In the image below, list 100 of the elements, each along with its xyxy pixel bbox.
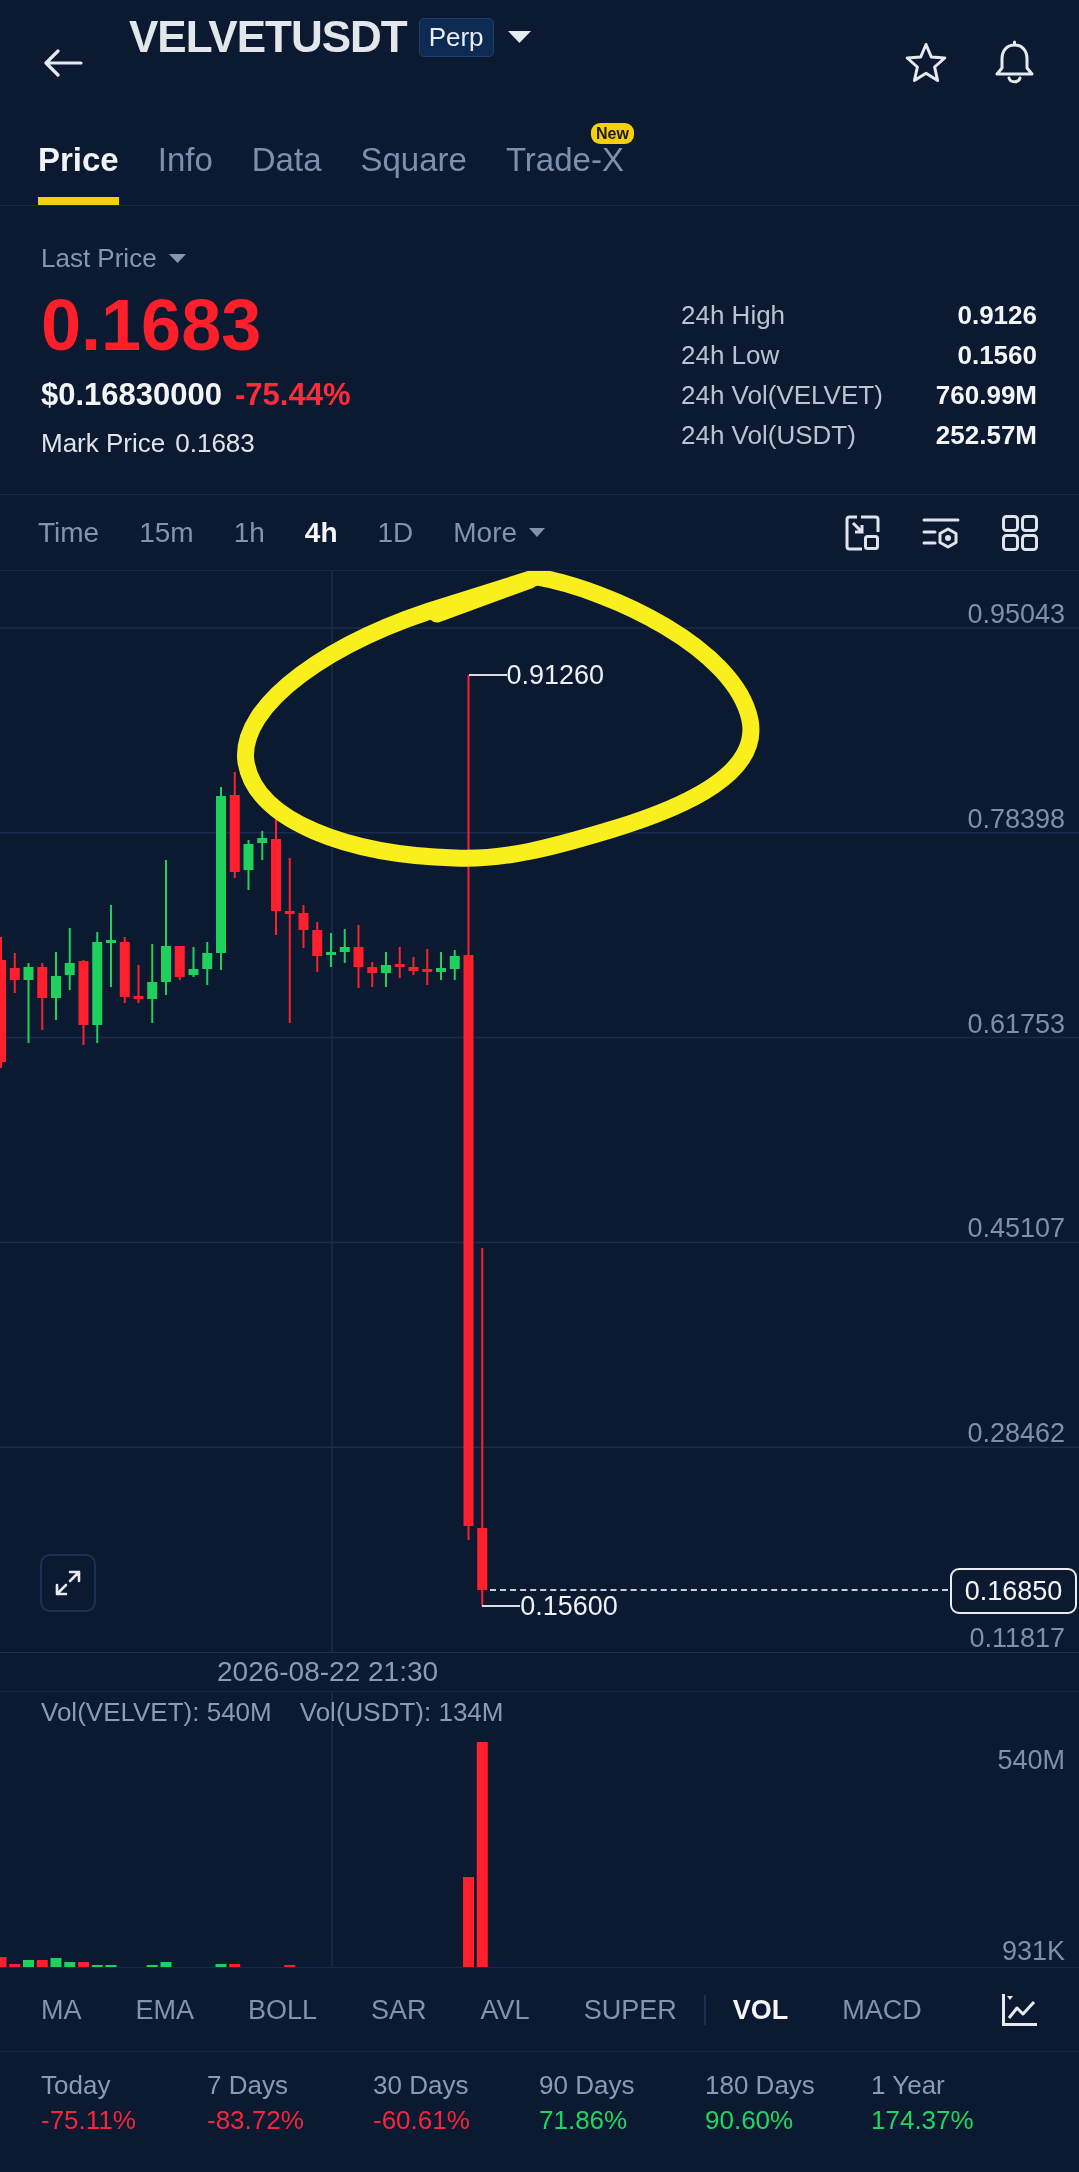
volume-legend-label: Vol(VELVET): 540M: [41, 1697, 272, 1727]
candle: [119, 937, 130, 1003]
stat-value: 760.99M: [935, 379, 1037, 412]
time-axis-label: 2026-08-22 21:30: [217, 1656, 439, 1688]
candle: [449, 950, 460, 980]
caret-icon[interactable]: [507, 31, 531, 43]
indicator-tab[interactable]: BOLL: [248, 1993, 318, 2026]
stat-label: 24h High: [681, 299, 786, 332]
period-label: Today: [41, 2069, 112, 2101]
candle: [326, 933, 336, 967]
price-axis-label: 0.78398: [967, 803, 1065, 834]
stat-value: 0.9126: [957, 299, 1037, 332]
square-arrow-icon[interactable]: [845, 514, 880, 551]
pair-title[interactable]: VELVETUSDT: [129, 17, 407, 57]
volume-bar: [160, 1962, 172, 1967]
candle: [422, 949, 433, 985]
tab[interactable]: Info: [157, 141, 213, 205]
timeframe-tab[interactable]: 4h: [304, 515, 338, 550]
period-change: -60.61%: [373, 2104, 471, 2137]
more-dropdown[interactable]: More: [453, 515, 546, 550]
caret-icon: [168, 253, 186, 263]
tab[interactable]: Trade-X: [505, 141, 624, 205]
candle: [298, 905, 309, 948]
indicator-tab[interactable]: VOL: [732, 1993, 789, 2026]
contract-badge: Perp: [418, 17, 494, 57]
volume-bar: [229, 1964, 241, 1967]
candle: [174, 946, 185, 980]
candle: [257, 831, 268, 860]
back-arrow-icon[interactable]: [43, 49, 83, 77]
period-change: 174.37%: [871, 2104, 975, 2137]
stat-value: 252.57M: [935, 419, 1037, 452]
timeframe-tab[interactable]: 1D: [377, 515, 414, 550]
candle: [243, 840, 254, 890]
tab[interactable]: Square: [360, 141, 467, 205]
candle: [381, 952, 391, 987]
tab[interactable]: Data: [251, 141, 322, 205]
bell-icon[interactable]: [993, 40, 1036, 86]
price-axis-label: 0.95043: [967, 599, 1065, 629]
expand-icon: [53, 1568, 83, 1598]
new-badge: New: [591, 123, 634, 144]
candle: [408, 957, 419, 975]
period-label: 7 Days: [207, 2069, 289, 2101]
period-label: 180 Days: [705, 2069, 816, 2101]
star-icon[interactable]: [904, 42, 948, 84]
price-axis-label: 0.45107: [967, 1213, 1065, 1244]
indicator-tab[interactable]: MA: [41, 1993, 82, 2026]
tab[interactable]: Price: [38, 141, 119, 205]
candle: [37, 963, 48, 1030]
period-change: -83.72%: [207, 2104, 305, 2137]
candle: [394, 947, 405, 978]
stat-label: 24h Vol(VELVET): [681, 379, 883, 412]
candle: [9, 953, 20, 993]
candle: [51, 952, 61, 1020]
leader-line: [468, 674, 507, 676]
indicator-tab[interactable]: MACD: [842, 1993, 922, 2026]
volume-bar: [36, 1960, 48, 1967]
price-axis-label: 0.61753: [967, 1008, 1065, 1039]
volume-bar: [0, 1957, 7, 1967]
timeframe-tab[interactable]: 1h: [233, 515, 265, 550]
price-type-dropdown[interactable]: Last Price: [41, 244, 186, 272]
indicator-tab[interactable]: SAR: [371, 1993, 427, 2026]
usd-price: $0.16830000: [41, 378, 223, 412]
candle: [312, 922, 323, 972]
period-label: 1 Year: [871, 2069, 946, 2101]
price-axis-label: 0.28462: [967, 1418, 1065, 1449]
leader-line: [482, 1605, 521, 1607]
price-marker-label: 0.15600: [520, 1591, 618, 1621]
candle: [367, 962, 378, 987]
candle: [202, 942, 213, 985]
candle: [133, 965, 144, 1003]
mark-price-label: Mark Price: [41, 428, 166, 458]
period-label: 90 Days: [539, 2069, 636, 2101]
volume-axis-label: 540M: [997, 1745, 1065, 1775]
candle: [188, 947, 199, 977]
period-change: -75.11%: [41, 2104, 137, 2137]
caret-icon: [529, 528, 546, 537]
timeframe-tab[interactable]: Time: [38, 515, 100, 550]
mark-price-value: 0.1683: [175, 428, 255, 458]
candle: [64, 928, 75, 990]
price-marker-label: 0.91260: [506, 660, 605, 690]
volume-bar: [78, 1962, 89, 1967]
last-price: 0.1683: [41, 289, 262, 361]
volume-bar: [50, 1958, 62, 1967]
price-change: -75.44%: [235, 378, 351, 412]
indicator-tab[interactable]: SUPER: [583, 1993, 677, 2026]
indicator-tab[interactable]: AVL: [480, 1993, 530, 2026]
volume-axis-label: 931K: [1001, 1936, 1065, 1966]
line-chart-icon[interactable]: [1001, 1992, 1038, 2027]
timeframe-tab[interactable]: 15m: [139, 515, 194, 550]
stat-label: 24h Vol(USDT): [681, 419, 856, 452]
volume-bar: [215, 1964, 227, 1967]
grid-icon[interactable]: [1002, 514, 1038, 551]
price-axis-label: 0.11817: [969, 1623, 1065, 1653]
period-change: 90.60%: [705, 2104, 795, 2137]
indicator-tab[interactable]: EMA: [135, 1993, 194, 2026]
expand-button[interactable]: [40, 1554, 96, 1612]
volume-legend-label: Vol(USDT): 134M: [299, 1697, 504, 1727]
stat-value: 0.1560: [957, 339, 1037, 372]
period-label: 30 Days: [373, 2069, 470, 2101]
stat-label: 24h Low: [681, 339, 780, 372]
